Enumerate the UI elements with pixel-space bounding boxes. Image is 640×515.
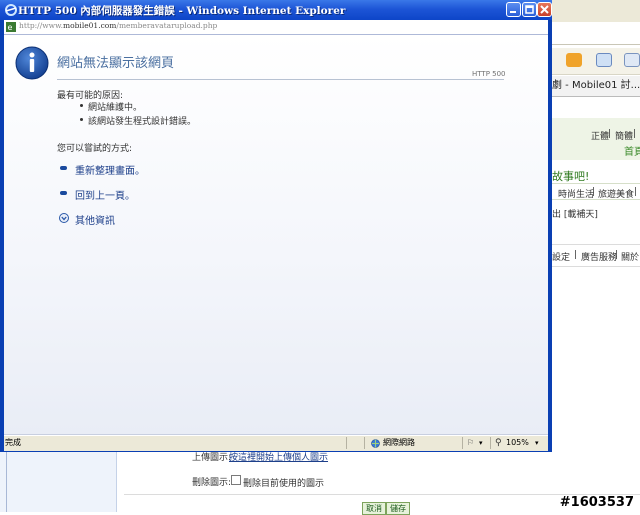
page-icon: e (6, 22, 16, 32)
bg-story-text: 故事吧! (552, 170, 590, 183)
error-heading: 網站無法顯示該網頁 (57, 56, 175, 71)
ie-icon (5, 4, 17, 16)
bg-divider (552, 183, 640, 184)
expand-icon[interactable] (59, 213, 69, 223)
bg-separator: | (634, 187, 638, 197)
info-icon (15, 46, 49, 80)
shield-icon: ⚐ (467, 438, 475, 447)
cause-bullet (80, 104, 83, 107)
bg-link-simplified[interactable]: 簡體 (615, 129, 633, 142)
bg-toolbar (552, 48, 640, 75)
status-bar: 完成 網際網路 ⚐ ▾ ⚲ 105% ▾ (4, 435, 548, 451)
go-back-link[interactable]: 回到上一頁。 (75, 187, 135, 202)
cancel-button[interactable]: 取消 (362, 502, 386, 515)
minimize-button[interactable] (506, 2, 521, 17)
maximize-button[interactable] (522, 2, 537, 17)
minimize-icon (510, 11, 516, 13)
status-separator (346, 437, 349, 449)
cause-item: 該網站發生程式設計錯誤。 (88, 117, 197, 127)
action-bullet-icon (60, 166, 67, 170)
status-done: 完成 (5, 438, 21, 447)
bg-about-link[interactable]: 關於 (621, 250, 639, 263)
chevron-down-icon: ▾ (535, 439, 539, 447)
bg-address-strip (552, 22, 640, 45)
bg-separator: | (615, 250, 619, 260)
bg-toolbar-page-icon[interactable] (624, 53, 640, 67)
maximize-icon (525, 5, 534, 14)
bg-separator: | (592, 187, 596, 197)
bg-menu-strip (552, 0, 640, 23)
save-button[interactable]: 儲存 (386, 502, 410, 515)
bg-separator: | (633, 129, 637, 139)
zoom-level: 105% (506, 438, 529, 447)
more-info-link[interactable]: 其他資訊 (75, 212, 115, 227)
cause-bullet (80, 118, 83, 121)
delete-checkbox-label: 刪除目前使用的圖示 (243, 479, 325, 489)
status-zone: 網際網路 (364, 437, 461, 449)
delete-checkbox[interactable] (231, 475, 241, 485)
cause-item: 網站維護中。 (88, 103, 143, 113)
bg-separator: | (608, 129, 612, 139)
ie-error-window: HTTP 500 內部伺服器發生錯誤 - Windows Internet Ex… (0, 0, 552, 452)
address-url: http://www.mobile01.com/memberavataruplo… (19, 21, 218, 30)
window-title: HTTP 500 內部伺服器發生錯誤 - Windows Internet Ex… (18, 5, 346, 17)
window-titlebar[interactable]: HTTP 500 內部伺服器發生錯誤 - Windows Internet Ex… (0, 0, 552, 20)
action-bullet-icon (60, 191, 67, 195)
svg-text:e: e (8, 23, 13, 32)
bg-link-traditional[interactable]: 正體 (591, 129, 609, 142)
zoom-icon: ⚲ (495, 438, 502, 448)
error-page-content: 網站無法顯示該網頁 HTTP 500 最有可能的原因: 網站維護中。 該網站發生… (4, 35, 548, 435)
bg-left-sidebar (0, 452, 117, 512)
zoom-control[interactable]: ⚲ 105% ▾ (490, 437, 549, 449)
bg-ads-link[interactable]: 廣告服務 (581, 250, 617, 263)
heading-divider (57, 79, 504, 80)
refresh-link[interactable]: 重新整理畫面。 (75, 162, 145, 177)
actions-title: 您可以嘗試的方式: (57, 144, 133, 154)
bg-sidebar-border (6, 452, 7, 512)
bg-divider (552, 199, 640, 200)
address-bar[interactable]: e http://www.mobile01.com/memberavatarup… (4, 20, 548, 35)
bg-settings-link[interactable]: 設定 (552, 250, 570, 263)
bg-divider (552, 266, 640, 267)
watermark-text: #1603537 (559, 495, 634, 510)
chevron-down-icon: ▾ (479, 439, 483, 447)
bg-toolbar-print-icon[interactable] (596, 53, 612, 67)
http-status-code: HTTP 500 (472, 70, 506, 78)
bg-separator: | (574, 250, 578, 260)
close-button[interactable] (537, 2, 552, 17)
close-icon (540, 5, 549, 14)
globe-icon (371, 439, 380, 448)
bg-home-link[interactable]: 首頁 (624, 143, 640, 158)
zone-label: 網際網路 (383, 438, 415, 447)
bg-toolbar-feed-icon[interactable] (566, 53, 582, 67)
bg-user-text: 出 [載補天] (552, 210, 598, 220)
protected-mode-indicator[interactable]: ⚐ ▾ (462, 437, 489, 449)
bg-browser-tab[interactable]: 劇 - Mobile01 討... (552, 76, 640, 97)
delete-label: 刪除圖示: (192, 478, 232, 488)
bg-divider (552, 244, 640, 245)
